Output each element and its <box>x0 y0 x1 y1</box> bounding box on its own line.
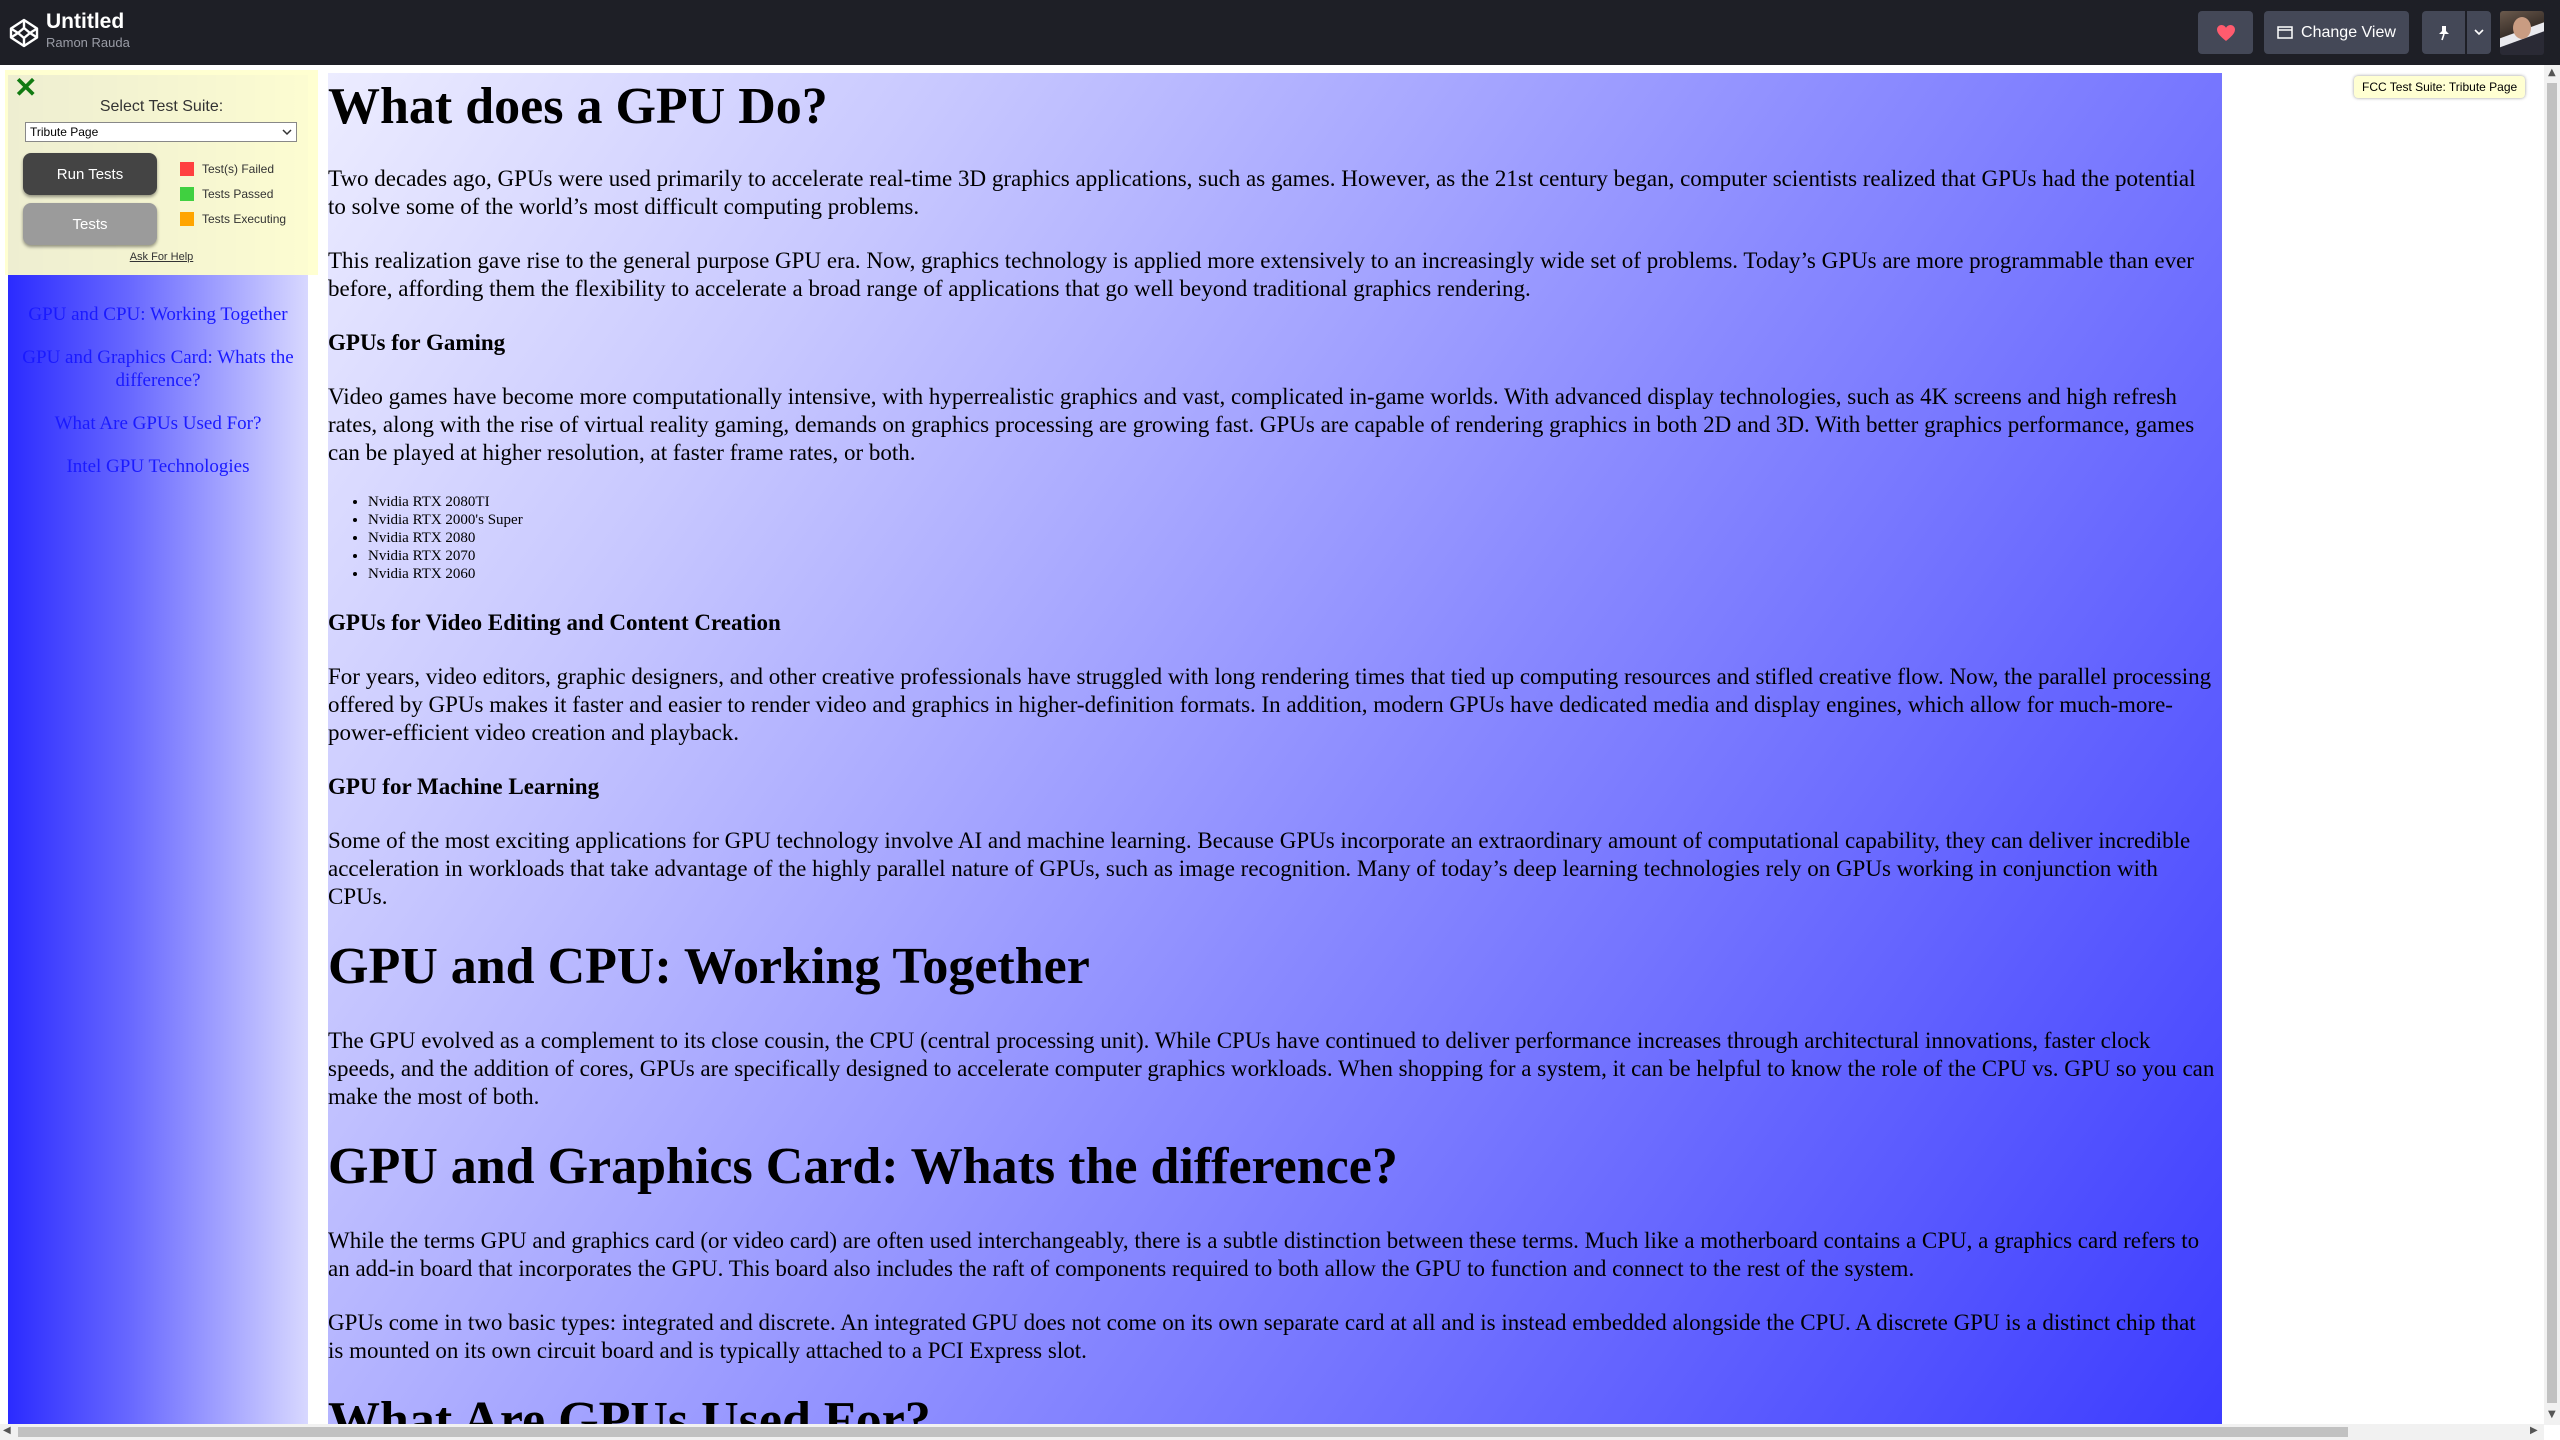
nav-list: GPU and CPU: Working Together GPU and Gr… <box>8 303 308 498</box>
pin-button[interactable] <box>2422 11 2465 54</box>
paragraph: This realization gave rise to the genera… <box>328 248 2194 301</box>
horizontal-scrollbar[interactable]: ◀ ▶ <box>0 1424 2544 1440</box>
pin-dropdown-button[interactable] <box>2467 11 2491 54</box>
project-title-block: Untitled Ramon Rauda <box>46 10 130 52</box>
section-heading: GPU and Graphics Card: Whats the differe… <box>328 1138 1398 1195</box>
list-item: Nvidia RTX 2080TI <box>368 493 2216 511</box>
section-heading: GPU and CPU: Working Together <box>328 938 1090 995</box>
legend-passed-label: Tests Passed <box>202 187 274 201</box>
project-author[interactable]: Ramon Rauda <box>46 34 130 52</box>
list-item: Nvidia RTX 2060 <box>368 565 2216 583</box>
nav-link-graphics-card[interactable]: GPU and Graphics Card: Whats the differe… <box>8 346 308 392</box>
executing-swatch <box>180 212 194 226</box>
chevron-down-icon <box>282 128 292 135</box>
section-subheading: GPUs for Video Editing and Content Creat… <box>328 610 781 635</box>
ask-for-help-link[interactable]: Ask For Help <box>5 251 318 263</box>
vertical-scrollbar[interactable]: ▲ ▼ <box>2544 65 2560 1425</box>
legend-passed: Tests Passed <box>180 187 273 201</box>
failed-swatch <box>180 162 194 176</box>
nav-link-gpu-cpu[interactable]: GPU and CPU: Working Together <box>8 303 308 326</box>
run-tests-button[interactable]: Run Tests <box>23 153 157 195</box>
pin-icon <box>2438 25 2449 40</box>
codepen-logo-icon[interactable] <box>8 17 40 49</box>
scroll-up-icon[interactable]: ▲ <box>2548 67 2556 78</box>
navbar: GPU and CPU: Working Together GPU and Gr… <box>8 75 308 1430</box>
scroll-right-icon[interactable]: ▶ <box>2530 1425 2538 1436</box>
love-button[interactable] <box>2198 11 2253 54</box>
paragraph: For years, video editors, graphic design… <box>328 664 2212 745</box>
vertical-scroll-thumb[interactable] <box>2547 83 2557 1403</box>
preview-frame: GPU and CPU: Working Together GPU and Gr… <box>0 65 2560 1440</box>
nav-link-gpus-used-for[interactable]: What Are GPUs Used For? <box>8 412 308 435</box>
legend-failed-label: Test(s) Failed <box>202 162 275 176</box>
paragraph: Two decades ago, GPUs were used primaril… <box>328 166 2196 219</box>
paragraph: The GPU evolved as a complement to its c… <box>328 1028 2215 1109</box>
paragraph: Video games have become more computation… <box>328 384 2195 465</box>
legend-failed: Test(s) Failed <box>180 162 274 176</box>
horizontal-scroll-thumb[interactable] <box>18 1427 2348 1437</box>
select-suite-label: Select Test Suite: <box>99 98 224 115</box>
gpu-list: Nvidia RTX 2080TI Nvidia RTX 2000's Supe… <box>328 493 2216 583</box>
heart-icon <box>2216 24 2235 41</box>
fcc-tooltip[interactable]: FCC Test Suite: Tribute Page <box>2354 76 2526 98</box>
list-item: Nvidia RTX 2080 <box>368 529 2216 547</box>
passed-swatch <box>180 187 194 201</box>
legend-executing-label: Tests Executing <box>202 212 287 226</box>
scroll-down-icon[interactable]: ▼ <box>2548 1409 2556 1420</box>
list-item: Nvidia RTX 2070 <box>368 547 2216 565</box>
nav-link-intel-gpu[interactable]: Intel GPU Technologies <box>8 455 308 478</box>
list-item: Nvidia RTX 2000's Super <box>368 511 2216 529</box>
paragraph: While the terms GPU and graphics card (o… <box>328 1228 2200 1281</box>
section-subheading: GPUs for Gaming <box>328 330 506 355</box>
fcc-test-panel: ✕ Select Test Suite: Tribute Page Run Te… <box>5 70 318 275</box>
scroll-left-icon[interactable]: ◀ <box>3 1425 11 1436</box>
change-view-label: Change View <box>2301 23 2396 41</box>
avatar[interactable] <box>2500 11 2544 55</box>
editor-header: Untitled Ramon Rauda Change View <box>0 0 2560 65</box>
project-title[interactable]: Untitled <box>46 10 130 34</box>
chevron-down-icon <box>2474 29 2484 36</box>
window-icon <box>2277 26 2293 39</box>
main-doc: What does a GPU Do? Two decades ago, GPU… <box>328 73 2222 1440</box>
section-subheading: GPU for Machine Learning <box>328 774 600 799</box>
test-suite-select[interactable]: Tribute Page <box>25 122 297 142</box>
main-heading: What does a GPU Do? <box>328 78 828 135</box>
legend-executing: Tests Executing <box>180 212 286 226</box>
tests-button[interactable]: Tests <box>23 203 157 245</box>
paragraph: GPUs come in two basic types: integrated… <box>328 1310 2196 1363</box>
paragraph: Some of the most exciting applications f… <box>328 828 2191 909</box>
selected-suite: Tribute Page <box>30 125 99 139</box>
change-view-button[interactable]: Change View <box>2264 11 2409 54</box>
